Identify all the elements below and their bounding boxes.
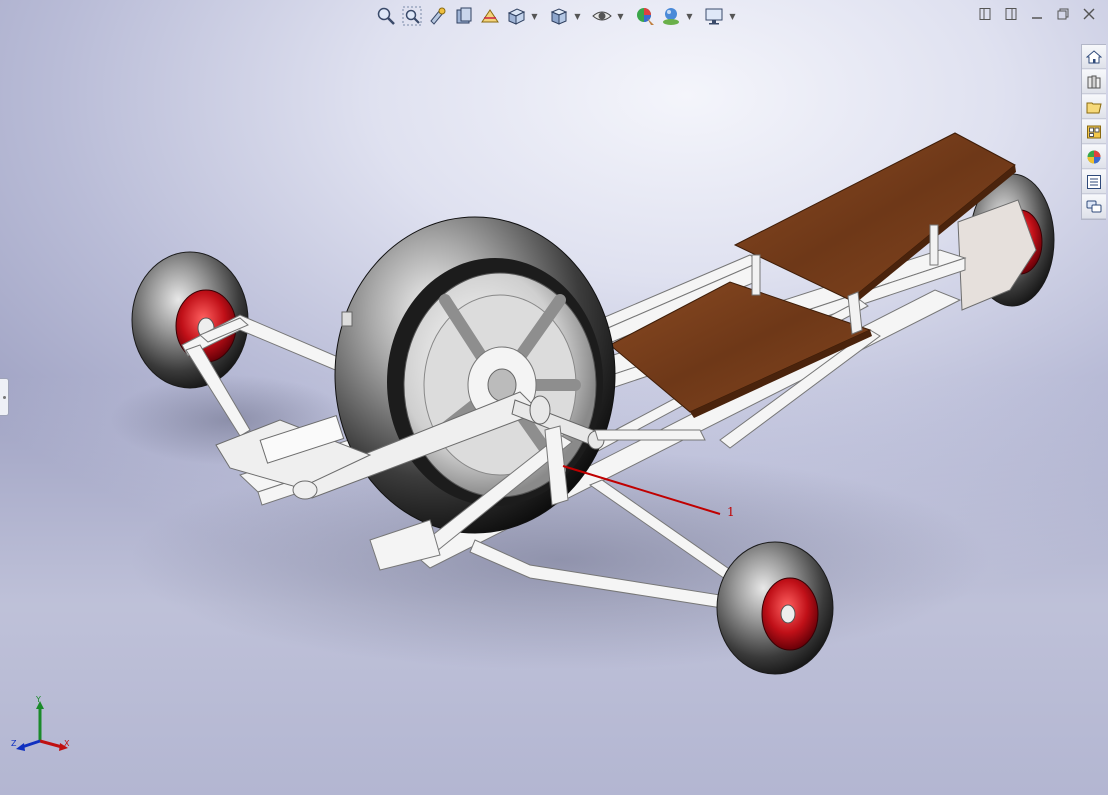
front-wheel[interactable] [716, 541, 834, 675]
tile-right-button[interactable] [1000, 4, 1022, 24]
hide-show-items-button[interactable] [590, 5, 614, 27]
reference-triad: Y X Z [11, 695, 70, 751]
dynamic-annotation-views-icon [481, 9, 499, 23]
view-settings-button[interactable] [702, 5, 726, 27]
document-window-controls [974, 4, 1100, 24]
task-tab-design-library[interactable] [1082, 70, 1106, 94]
frame-bolt [341, 311, 353, 327]
previous-view-button[interactable] [426, 5, 450, 27]
view-orientation-icon [507, 8, 526, 25]
zoom-to-fit-icon [377, 7, 395, 25]
restore-icon [1057, 8, 1069, 20]
close-button[interactable] [1078, 4, 1100, 24]
minimize-button[interactable] [1026, 4, 1048, 24]
section-view-icon [456, 7, 472, 24]
tile-right-icon [1005, 8, 1017, 20]
task-tab-custom-properties[interactable] [1082, 170, 1106, 194]
balloon-number[interactable]: 1 [727, 505, 735, 519]
apply-scene-dropdown[interactable]: ▼ [685, 12, 694, 21]
view-orientation-button[interactable] [504, 5, 528, 27]
home-icon [1086, 49, 1102, 63]
custom-properties-icon [1087, 174, 1101, 189]
hide-show-items-icon [592, 11, 612, 21]
task-tab-file-explorer[interactable] [1082, 95, 1106, 119]
apply-scene-button[interactable] [659, 5, 683, 27]
file-explorer-icon [1086, 102, 1102, 113]
hide-show-items-dropdown[interactable]: ▼ [616, 12, 625, 21]
heads-up-view-toolbar: ▼ ▼ ▼ ▼ ▼ [374, 4, 737, 28]
task-pane-tabs [1081, 44, 1106, 220]
task-tab-home[interactable] [1082, 45, 1106, 69]
view-orientation-dropdown[interactable]: ▼ [530, 12, 539, 21]
apply-scene-icon [663, 8, 679, 25]
view-settings-dropdown[interactable]: ▼ [728, 12, 737, 21]
feature-manager-collapse-handle[interactable] [0, 378, 9, 416]
zoom-to-area-icon [402, 6, 422, 26]
display-style-button[interactable] [547, 5, 571, 27]
close-icon [1083, 8, 1095, 20]
task-tab-view-palette[interactable] [1082, 120, 1106, 144]
tile-left-icon [979, 8, 991, 20]
appearances-icon [1087, 150, 1101, 163]
forum-icon [1086, 200, 1102, 212]
triad-y-label: Y [35, 695, 41, 704]
display-style-dropdown[interactable]: ▼ [573, 12, 582, 21]
task-tab-forum[interactable] [1082, 195, 1106, 219]
display-style-icon [550, 8, 568, 25]
edit-appearance-icon [637, 8, 654, 25]
view-palette-icon [1087, 125, 1101, 138]
view-settings-icon [705, 8, 723, 25]
triad-x-label: X [64, 739, 70, 748]
graphics-area[interactable] [0, 0, 1108, 795]
design-library-icon [1087, 75, 1101, 88]
restore-button[interactable] [1052, 4, 1074, 24]
dynamic-annotation-views-button[interactable] [478, 5, 502, 27]
tile-left-button[interactable] [974, 4, 996, 24]
edit-appearance-button[interactable] [633, 5, 657, 27]
zoom-to-area-button[interactable] [400, 5, 424, 27]
triad-z-label: Z [11, 739, 17, 748]
zoom-to-fit-button[interactable] [374, 5, 398, 27]
minimize-icon [1032, 17, 1042, 19]
drive-wheel[interactable] [334, 216, 616, 534]
task-tab-appearances[interactable] [1082, 145, 1106, 169]
previous-view-icon [430, 7, 446, 25]
section-view-button[interactable] [452, 5, 476, 27]
